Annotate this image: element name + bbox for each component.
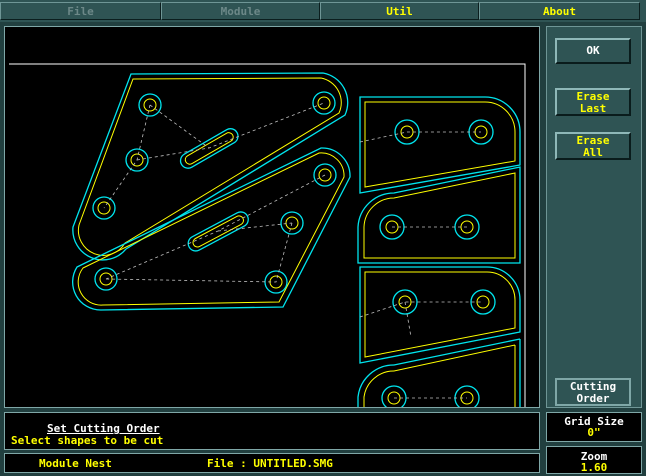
- erase-last-button[interactable]: Erase Last: [555, 88, 631, 116]
- cutting-order-label-2: Order: [576, 392, 610, 405]
- message-area: Set Cutting Order Select shapes to be cu…: [4, 412, 540, 450]
- nest-drawing[interactable]: [5, 27, 539, 411]
- erase-all-button[interactable]: Erase All: [555, 132, 631, 160]
- command-panel: OK Erase Last Erase All Cutting Order: [546, 26, 642, 408]
- part-plate-1[interactable]: [359, 96, 521, 194]
- part-link-lower[interactable]: [72, 147, 351, 311]
- menu-bar: File Module Util About: [0, 0, 646, 22]
- grid-size-value: 0": [587, 426, 601, 439]
- sheet-border: [9, 63, 526, 407]
- menu-util[interactable]: Util: [320, 2, 479, 20]
- part-link-upper[interactable]: [72, 72, 349, 261]
- zoom-value: 1.60: [580, 461, 608, 474]
- ok-label: OK: [586, 44, 600, 57]
- grid-size-box: Grid Size 0": [546, 412, 642, 442]
- menu-module[interactable]: Module: [161, 2, 320, 20]
- erase-all-label-2: All: [583, 146, 603, 159]
- menu-file[interactable]: File: [0, 2, 161, 20]
- part-plate-4[interactable]: [357, 338, 521, 411]
- zoom-box: Zoom 1.60: [546, 446, 642, 474]
- cutting-order-mode: Cutting Order: [555, 378, 631, 406]
- nest-canvas[interactable]: [4, 26, 540, 411]
- status-bar: Module Nest File : UNTITLED.SMG: [4, 453, 540, 473]
- ok-button[interactable]: OK: [555, 38, 631, 64]
- erase-last-label-2: Last: [579, 102, 607, 115]
- status-file: File : UNTITLED.SMG: [207, 457, 333, 470]
- message-prompt: Select shapes to be cut: [11, 434, 164, 447]
- part-plate-2[interactable]: [357, 166, 521, 264]
- status-module: Module Nest: [39, 457, 112, 470]
- menu-about[interactable]: About: [479, 2, 640, 20]
